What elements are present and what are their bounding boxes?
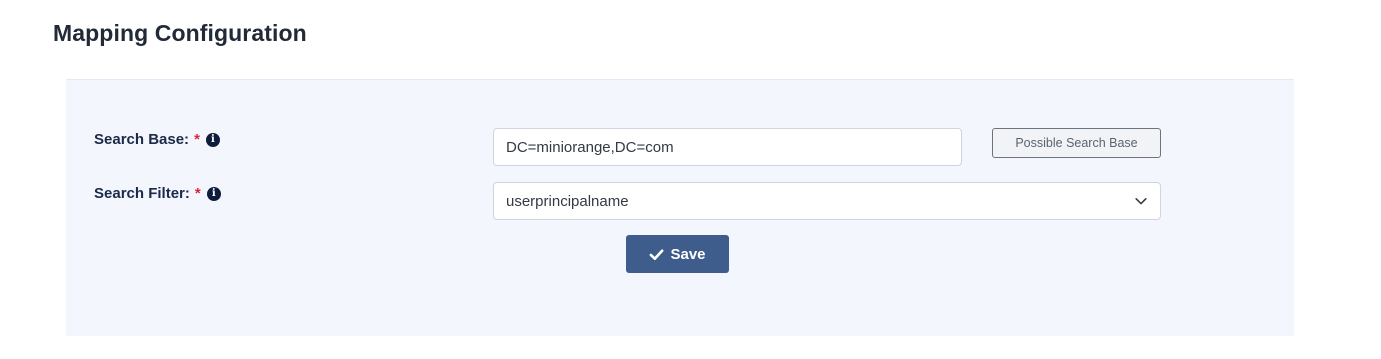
search-filter-selected-value: userprincipalname <box>506 192 629 210</box>
required-asterisk: * <box>194 185 201 202</box>
check-icon <box>650 248 664 260</box>
save-button[interactable]: Save <box>626 235 729 273</box>
info-icon[interactable]: i <box>205 132 220 147</box>
chevron-down-icon <box>1135 198 1147 205</box>
search-filter-select[interactable]: userprincipalname <box>493 182 1161 220</box>
info-icon[interactable]: i <box>206 186 221 201</box>
search-filter-label-group: Search Filter: * i <box>94 185 221 202</box>
possible-search-base-button[interactable]: Possible Search Base <box>992 128 1161 158</box>
required-asterisk: * <box>194 131 200 148</box>
page-title: Mapping Configuration <box>53 20 307 46</box>
save-button-label: Save <box>670 245 706 263</box>
search-base-label: Search Base: <box>94 131 190 148</box>
search-base-input[interactable] <box>493 128 962 166</box>
search-filter-label: Search Filter: <box>94 185 190 202</box>
search-base-label-group: Search Base: * i <box>94 131 220 148</box>
